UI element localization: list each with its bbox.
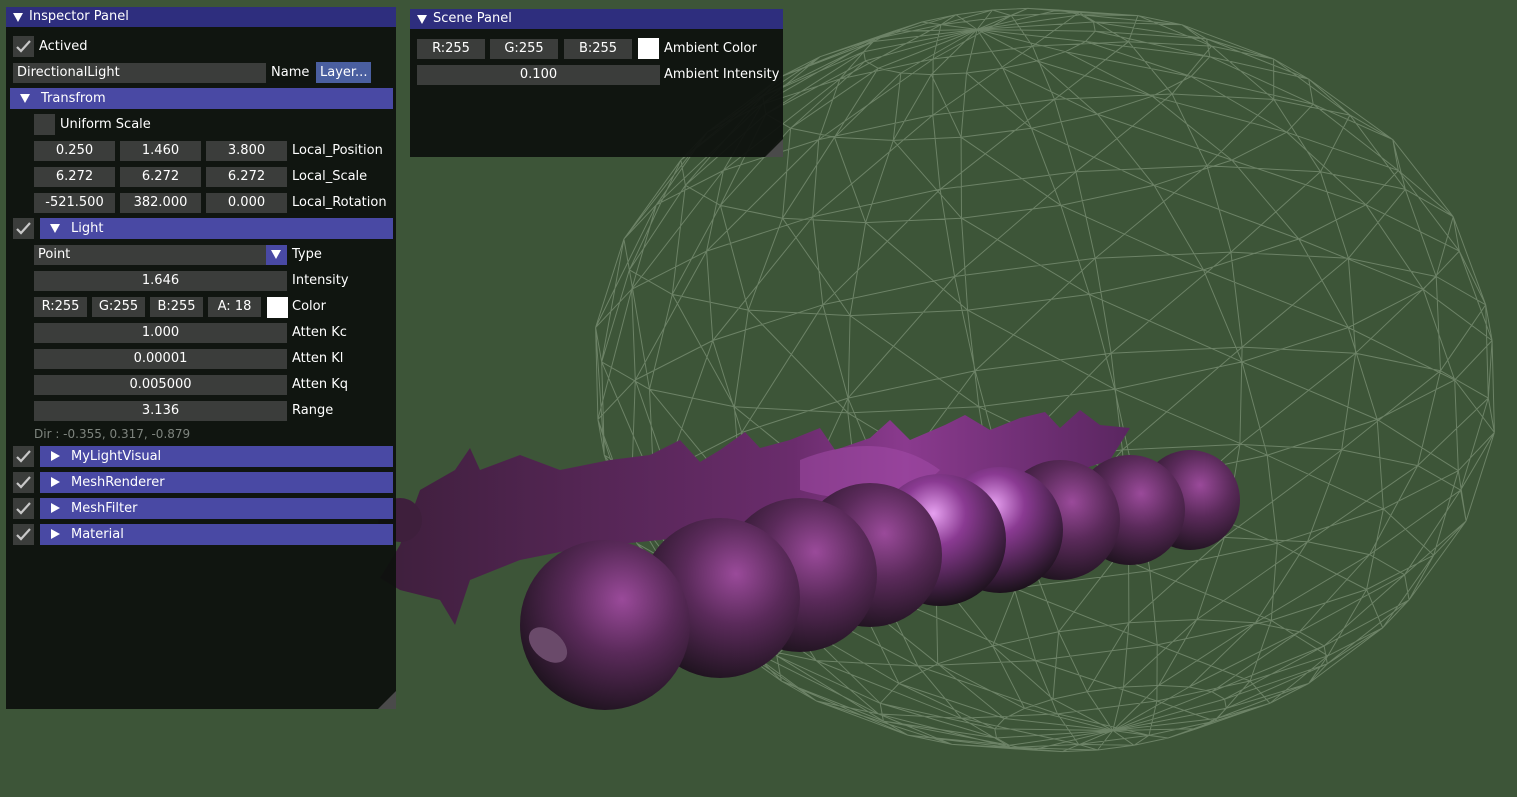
local-rotation-label: Local_Rotation [292, 195, 387, 210]
atten-kc-field[interactable]: 1.000 [34, 323, 287, 343]
meshfilter-checkbox[interactable] [13, 498, 34, 519]
local-scale-y[interactable]: 6.272 [120, 167, 201, 187]
chevron-down-icon [271, 250, 281, 259]
type-label: Type [292, 247, 322, 262]
ambient-g-field[interactable]: G:255 [490, 39, 558, 59]
color-label: Color [292, 299, 326, 314]
expand-arrow-icon [51, 451, 60, 461]
material-checkbox[interactable] [13, 524, 34, 545]
local-position-z[interactable]: 3.800 [206, 141, 287, 161]
range-field[interactable]: 3.136 [34, 401, 287, 421]
meshrenderer-checkbox[interactable] [13, 472, 34, 493]
checkmark-icon [16, 528, 31, 541]
meshfilter-section-header[interactable]: MeshFilter [40, 498, 393, 519]
local-rotation-x[interactable]: -521.500 [34, 193, 115, 213]
collapse-arrow-icon [50, 224, 60, 233]
collapse-arrow-icon[interactable] [417, 15, 427, 24]
ambient-intensity-label: Ambient Intensity [664, 67, 780, 82]
name-label: Name [271, 65, 310, 80]
collapse-arrow-icon [20, 94, 30, 103]
ambient-b-field[interactable]: B:255 [564, 39, 632, 59]
local-rotation-z[interactable]: 0.000 [206, 193, 287, 213]
material-section-header[interactable]: Material [40, 524, 393, 545]
transform-section-header[interactable]: Transfrom [10, 88, 393, 109]
inspector-title-bar[interactable]: Inspector Panel [6, 7, 396, 27]
meshfilter-label: MeshFilter [71, 501, 138, 516]
checkmark-icon [16, 476, 31, 489]
meshrenderer-section-header[interactable]: MeshRenderer [40, 472, 393, 493]
ambient-color-label: Ambient Color [664, 41, 757, 56]
direction-readout: Dir : -0.355, 0.317, -0.879 [34, 427, 191, 441]
atten-kq-field[interactable]: 0.005000 [34, 375, 287, 395]
light-type-dropdown[interactable]: Point [34, 245, 266, 265]
mylightvisual-label: MyLightVisual [71, 449, 162, 464]
checkmark-icon [16, 40, 31, 53]
scene-panel: Scene Panel R:255 G:255 B:255 Ambient Co… [410, 9, 783, 157]
local-position-y[interactable]: 1.460 [120, 141, 201, 161]
layer-button[interactable]: Layer... [316, 62, 372, 83]
light-header-label: Light [71, 221, 104, 236]
range-label: Range [292, 403, 334, 418]
dropdown-arrow-button[interactable] [266, 245, 287, 265]
ambient-color-swatch[interactable] [638, 38, 659, 59]
color-swatch[interactable] [267, 297, 288, 318]
atten-kc-label: Atten Kc [292, 325, 347, 340]
local-rotation-y[interactable]: 382.000 [120, 193, 201, 213]
local-scale-z[interactable]: 6.272 [206, 167, 287, 187]
checkmark-icon [16, 222, 31, 235]
local-position-label: Local_Position [292, 143, 383, 158]
light-enabled-checkbox[interactable] [13, 218, 34, 239]
local-position-x[interactable]: 0.250 [34, 141, 115, 161]
checkmark-icon [16, 502, 31, 515]
resize-grip-icon[interactable] [378, 691, 396, 709]
color-g-field[interactable]: G:255 [92, 297, 145, 317]
ambient-r-field[interactable]: R:255 [417, 39, 485, 59]
inspector-title: Inspector Panel [29, 9, 129, 24]
light-section-header[interactable]: Light [40, 218, 393, 239]
color-a-field[interactable]: A: 18 [208, 297, 261, 317]
scene-title: Scene Panel [433, 11, 512, 26]
checkmark-icon [16, 450, 31, 463]
mylightvisual-section-header[interactable]: MyLightVisual [40, 446, 393, 467]
local-scale-label: Local_Scale [292, 169, 368, 184]
inspector-panel: Inspector Panel Actived DirectionalLight… [6, 7, 396, 709]
meshrenderer-label: MeshRenderer [71, 475, 165, 490]
expand-arrow-icon [51, 529, 60, 539]
atten-kq-label: Atten Kq [292, 377, 349, 392]
uniform-scale-checkbox[interactable] [34, 114, 55, 135]
color-b-field[interactable]: B:255 [150, 297, 203, 317]
atten-kl-field[interactable]: 0.00001 [34, 349, 287, 369]
material-label: Material [71, 527, 124, 542]
intensity-label: Intensity [292, 273, 349, 288]
atten-kl-label: Atten Kl [292, 351, 344, 366]
mylightvisual-checkbox[interactable] [13, 446, 34, 467]
collapse-arrow-icon[interactable] [13, 13, 23, 22]
scene-title-bar[interactable]: Scene Panel [410, 9, 783, 29]
actived-checkbox[interactable] [13, 36, 34, 57]
transform-header-label: Transfrom [41, 91, 106, 106]
actived-label: Actived [39, 39, 88, 54]
ambient-intensity-field[interactable]: 0.100 [417, 65, 660, 85]
expand-arrow-icon [51, 477, 60, 487]
intensity-field[interactable]: 1.646 [34, 271, 287, 291]
color-r-field[interactable]: R:255 [34, 297, 87, 317]
expand-arrow-icon [51, 503, 60, 513]
name-input[interactable]: DirectionalLight [13, 63, 266, 83]
uniform-scale-label: Uniform Scale [60, 117, 151, 132]
resize-grip-icon[interactable] [765, 139, 783, 157]
local-scale-x[interactable]: 6.272 [34, 167, 115, 187]
